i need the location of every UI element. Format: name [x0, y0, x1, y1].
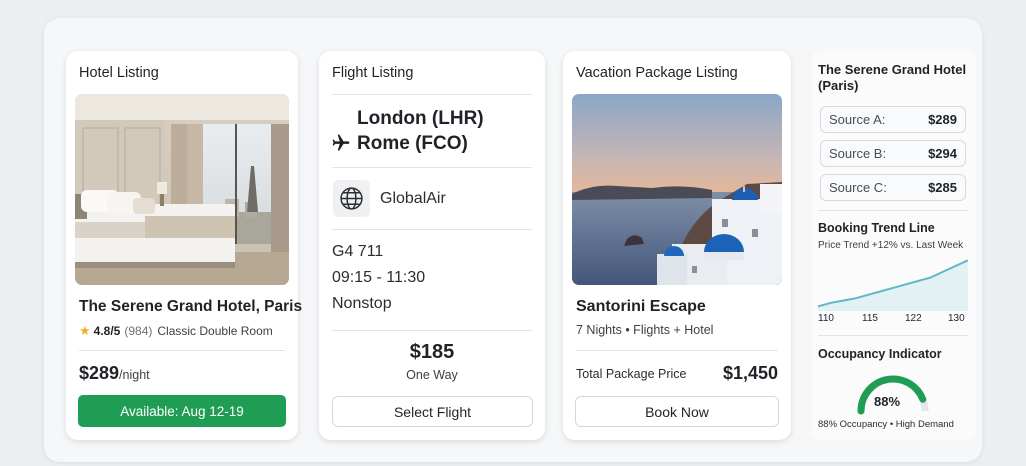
airplane-icon — [331, 133, 351, 153]
source-a-row: Source A: $289 — [820, 106, 966, 133]
vacation-package-card[interactable]: Vacation Package Listing Santorini Escap… — [563, 51, 791, 440]
package-details: 7 Nights • Flights + Hotel — [576, 323, 714, 337]
flight-stops: Nonstop — [332, 295, 392, 312]
hotel-name: The Serene Grand Hotel, Paris — [79, 298, 303, 315]
hotel-price-unit: /night — [119, 368, 150, 382]
hotel-rating-row: ★ 4.8/5 (984) Classic Double Room — [79, 323, 273, 339]
hotel-review-count: (984) — [124, 324, 153, 338]
trend-tick: 115 — [862, 313, 878, 324]
hotel-room-type: Classic Double Room — [157, 324, 273, 338]
divider — [818, 210, 968, 211]
globe-icon — [333, 180, 370, 217]
source-c-row: Source C: $285 — [820, 174, 966, 201]
side-hotel-title: The Serene Grand Hotel (Paris) — [818, 62, 967, 93]
divider — [818, 335, 968, 336]
hotel-price: $289/night — [79, 363, 150, 384]
source-a-label: Source A: — [829, 112, 886, 127]
package-name: Santorini Escape — [576, 298, 706, 315]
flight-route-from: London (LHR) — [357, 108, 484, 129]
flight-route-to: Rome (FCO) — [357, 133, 468, 154]
divider — [332, 330, 532, 331]
flight-trip-type: One Way — [406, 368, 458, 382]
divider — [79, 350, 285, 351]
source-c-price: $285 — [928, 180, 957, 195]
flight-number: G4 711 — [332, 243, 384, 260]
availability-button[interactable]: Available: Aug 12-19 — [78, 395, 286, 427]
trend-tick: 122 — [905, 313, 922, 324]
price-comparison-panel: The Serene Grand Hotel (Paris) Source A:… — [812, 51, 976, 440]
select-flight-button[interactable]: Select Flight — [332, 396, 533, 427]
hotel-room-photo — [75, 94, 289, 285]
booking-trend-subtitle: Price Trend +12% vs. Last Week — [818, 240, 964, 251]
hotel-rating: 4.8/5 — [93, 324, 121, 338]
booking-trend-chart — [818, 259, 968, 311]
package-card-header: Vacation Package Listing — [576, 65, 738, 81]
santorini-photo — [572, 94, 782, 285]
airline-name: GlobalAir — [380, 190, 446, 207]
divider — [332, 167, 532, 168]
source-b-label: Source B: — [829, 146, 887, 161]
divider — [332, 229, 532, 230]
occupancy-title: Occupancy Indicator — [818, 347, 942, 361]
occupancy-value: 88% — [873, 394, 901, 409]
flight-times: 09:15 - 11:30 — [332, 269, 426, 286]
source-b-price: $294 — [928, 146, 957, 161]
divider — [332, 94, 532, 95]
divider — [576, 350, 778, 351]
package-total-label: Total Package Price — [576, 367, 687, 381]
hotel-listing-card[interactable]: Hotel Listing The Serene Grand Hotel, Pa… — [66, 51, 302, 440]
trend-axis: 110 115 122 130 — [818, 313, 968, 325]
booking-trend-title: Booking Trend Line — [818, 221, 935, 235]
flight-card-header: Flight Listing — [332, 65, 414, 81]
source-a-price: $289 — [928, 112, 957, 127]
hotel-card-header: Hotel Listing — [79, 65, 159, 81]
flight-price: $185 — [409, 341, 455, 363]
book-now-button[interactable]: Book Now — [575, 396, 779, 427]
source-b-row: Source B: $294 — [820, 140, 966, 167]
star-icon: ★ — [79, 323, 91, 338]
package-total-price: $1,450 — [722, 363, 778, 383]
trend-tick: 130 — [948, 313, 965, 324]
trend-area — [818, 260, 968, 311]
flight-listing-card[interactable]: Flight Listing London (LHR) Rome (FCO) G… — [319, 51, 545, 440]
occupancy-caption: 88% Occupancy • High Demand — [818, 419, 954, 430]
trend-tick: 110 — [818, 313, 834, 324]
source-c-label: Source C: — [829, 180, 887, 195]
hotel-price-amount: $289 — [79, 363, 120, 383]
